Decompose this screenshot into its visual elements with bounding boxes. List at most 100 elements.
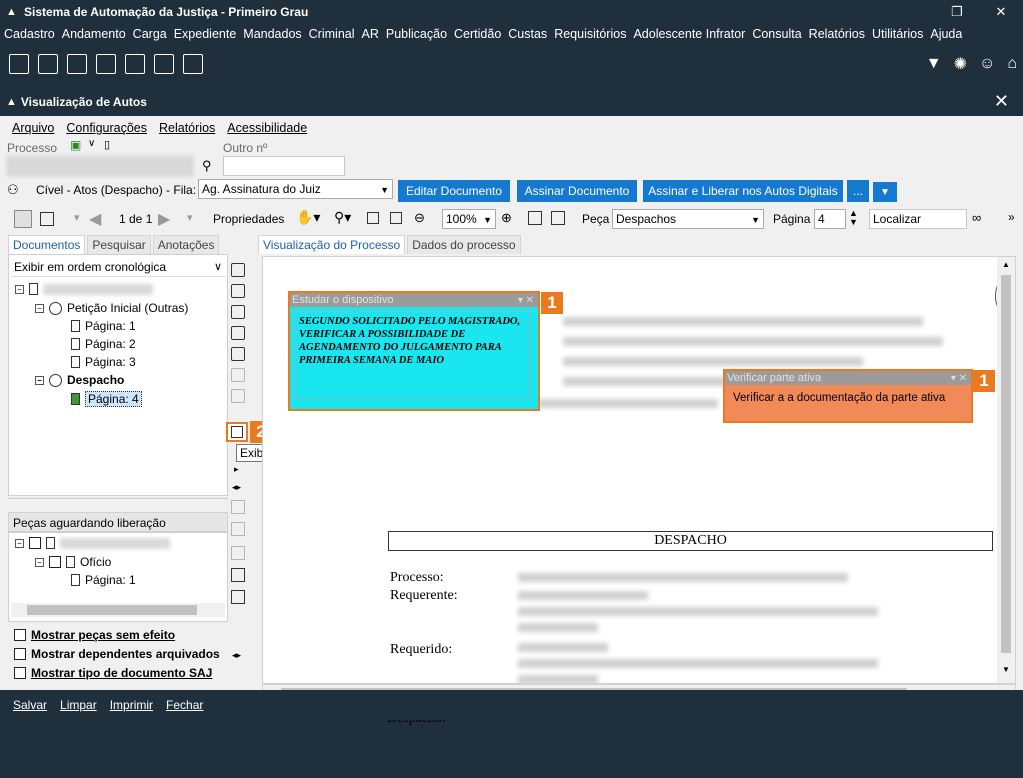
page-mode-icon[interactable] [14, 210, 32, 228]
fit-width-icon[interactable] [367, 212, 379, 224]
print-doc-icon[interactable] [231, 284, 245, 298]
hand-tool-icon[interactable]: ✋▾ [296, 209, 320, 226]
menu-custas[interactable]: Custas [505, 27, 550, 41]
checkbox[interactable] [49, 556, 61, 568]
zoom-select[interactable]: 100% ▼ [442, 209, 496, 229]
annotation-header[interactable]: Verificar parte ativa ▾ ✕ [725, 371, 971, 385]
seal-remove-icon[interactable] [231, 326, 245, 340]
tree-page[interactable]: Página: 2 [71, 337, 136, 351]
annotation-header[interactable]: Estudar o dispositivo ▾ ✕ [290, 293, 538, 307]
vertical-scrollbar[interactable]: ▲ ▼ [997, 257, 1015, 683]
pagina-input[interactable]: 4 [814, 209, 846, 229]
tree-page[interactable]: Página: 1 [71, 319, 136, 333]
annotation-text[interactable]: Verificar a a documentação da parte ativ… [729, 389, 967, 417]
tree-root[interactable]: − [15, 283, 153, 295]
tree-page-selected[interactable]: Página: 4 [71, 391, 142, 407]
scroll-up-icon[interactable]: ▲ [1002, 260, 1010, 269]
edit-document-button[interactable]: Editar Documento [398, 180, 510, 202]
peca-select[interactable]: Despachos ▼ [612, 209, 764, 229]
edit-icon[interactable] [9, 54, 29, 74]
splitter-arrows-icon[interactable]: ◂▸ [232, 482, 241, 493]
zoom-out-icon[interactable]: ⊖ [414, 210, 425, 226]
chevron-down-icon[interactable]: ∨ [88, 138, 95, 149]
menu-cadastro[interactable]: Cadastro [1, 27, 58, 41]
copy-disabled-icon[interactable] [231, 500, 245, 514]
new-process-icon[interactable]: ▣ [70, 138, 81, 152]
clear-button[interactable]: Limpar [60, 698, 97, 712]
last-page-icon[interactable]: ▾ [187, 211, 193, 224]
collapse-icon[interactable]: − [35, 375, 44, 385]
splitter-arrows-icon[interactable]: ◂▸ [232, 650, 241, 661]
menu-mandados[interactable]: Mandados [240, 27, 304, 41]
printer-icon[interactable] [96, 54, 116, 74]
menu-requisitorios[interactable]: Requisitórios [551, 27, 629, 41]
annotation-note-1[interactable]: Estudar o dispositivo ▾ ✕ SEGUNDO SOLICI… [288, 291, 540, 411]
tab-pesquisar[interactable]: Pesquisar [87, 235, 151, 254]
restore-icon[interactable]: ❐ [935, 0, 979, 24]
tab-anotacoes[interactable]: Anotações [152, 235, 220, 254]
menu-ajuda[interactable]: Ajuda [927, 27, 965, 41]
scroll-thumb[interactable] [27, 605, 197, 615]
more-button[interactable]: ... [847, 180, 869, 202]
filter-button[interactable]: ▼ [873, 182, 897, 202]
close-button[interactable]: Fechar [166, 698, 203, 712]
menu-expediente[interactable]: Expediente [171, 27, 240, 41]
splitter[interactable] [8, 498, 228, 512]
move-page-icon[interactable] [551, 211, 565, 225]
move-disabled-icon[interactable] [231, 522, 245, 536]
outro-input[interactable] [223, 156, 345, 176]
menu-adolescente[interactable]: Adolescente Infrator [630, 27, 748, 41]
zoom-in-icon[interactable]: ⊕ [501, 210, 512, 226]
copy-page-icon[interactable] [528, 211, 542, 225]
menu-consulta[interactable]: Consulta [749, 27, 804, 41]
check-dependentes[interactable]: Mostrar dependentes arquivados [14, 647, 220, 661]
copy-icon[interactable] [231, 368, 245, 382]
prev-page-icon[interactable]: ◀ [89, 209, 101, 229]
checkbox[interactable] [14, 667, 26, 679]
horizontal-scrollbar[interactable] [11, 603, 225, 617]
annotation-text[interactable]: SEGUNDO SOLICITADO PELO MAGISTRADO, VERI… [294, 311, 530, 399]
menu-ar[interactable]: AR [359, 27, 382, 41]
rotate-icon[interactable] [40, 212, 54, 226]
menu-acessibilidade[interactable]: Acessibilidade [227, 121, 307, 135]
sign-lower-icon[interactable] [231, 590, 245, 604]
menu-relatorios[interactable]: Relatórios [806, 27, 868, 41]
pending-oficio[interactable]: − Ofício [35, 555, 111, 569]
tree-peticao[interactable]: − Petição Inicial (Outras) [35, 301, 188, 315]
menu-utilitarios[interactable]: Utilitários [869, 27, 926, 41]
window-close-icon[interactable]: ✕ [994, 91, 1009, 112]
collapse-icon[interactable]: − [15, 538, 24, 548]
calendar-icon[interactable] [67, 54, 87, 74]
checkbox[interactable] [14, 629, 26, 641]
scroll-thumb[interactable] [1001, 275, 1011, 653]
seal-icon[interactable] [231, 305, 245, 319]
collapse-icon[interactable]: − [35, 557, 44, 567]
expand-right-icon[interactable]: ▸ [234, 464, 239, 475]
spinner-icon[interactable]: ✺ [954, 54, 967, 74]
sign-icon[interactable] [231, 347, 245, 361]
annotations-toggle-button[interactable] [226, 422, 248, 442]
home-icon[interactable]: ⌂ [1007, 55, 1017, 73]
binoculars-icon[interactable]: ∞ [972, 210, 981, 225]
order-select[interactable]: Exibir em ordem cronológica ∨ [11, 257, 225, 277]
annotation-controls-icon[interactable]: ▾ ✕ [951, 373, 967, 384]
edit-disabled-icon[interactable] [231, 389, 245, 403]
save-button[interactable]: Salvar [13, 698, 47, 712]
trash-icon[interactable] [231, 546, 245, 560]
add-calendar-icon[interactable] [154, 54, 174, 74]
next-page-icon[interactable]: ▶ [158, 209, 170, 229]
overflow-icon[interactable]: » [1008, 210, 1015, 224]
menu-arquivo[interactable]: Arquivo [12, 121, 54, 135]
check-sem-efeito[interactable]: Mostrar peças sem efeito [14, 628, 175, 642]
list-doc-icon[interactable] [231, 263, 245, 277]
tab-visualizacao[interactable]: Visualização do Processo [258, 235, 406, 254]
collapse-icon[interactable]: − [15, 284, 24, 294]
close-icon[interactable]: ✕ [979, 0, 1023, 24]
menu-certidao[interactable]: Certidão [451, 27, 504, 41]
zoom-tool-icon[interactable]: ⚲▾ [334, 209, 351, 226]
pending-page[interactable]: Página: 1 [71, 573, 136, 587]
print-button[interactable]: Imprimir [110, 698, 153, 712]
menu-andamento[interactable]: Andamento [59, 27, 129, 41]
dropdown-arrow-icon[interactable]: ▼ [926, 55, 942, 73]
checkbox[interactable] [29, 537, 41, 549]
